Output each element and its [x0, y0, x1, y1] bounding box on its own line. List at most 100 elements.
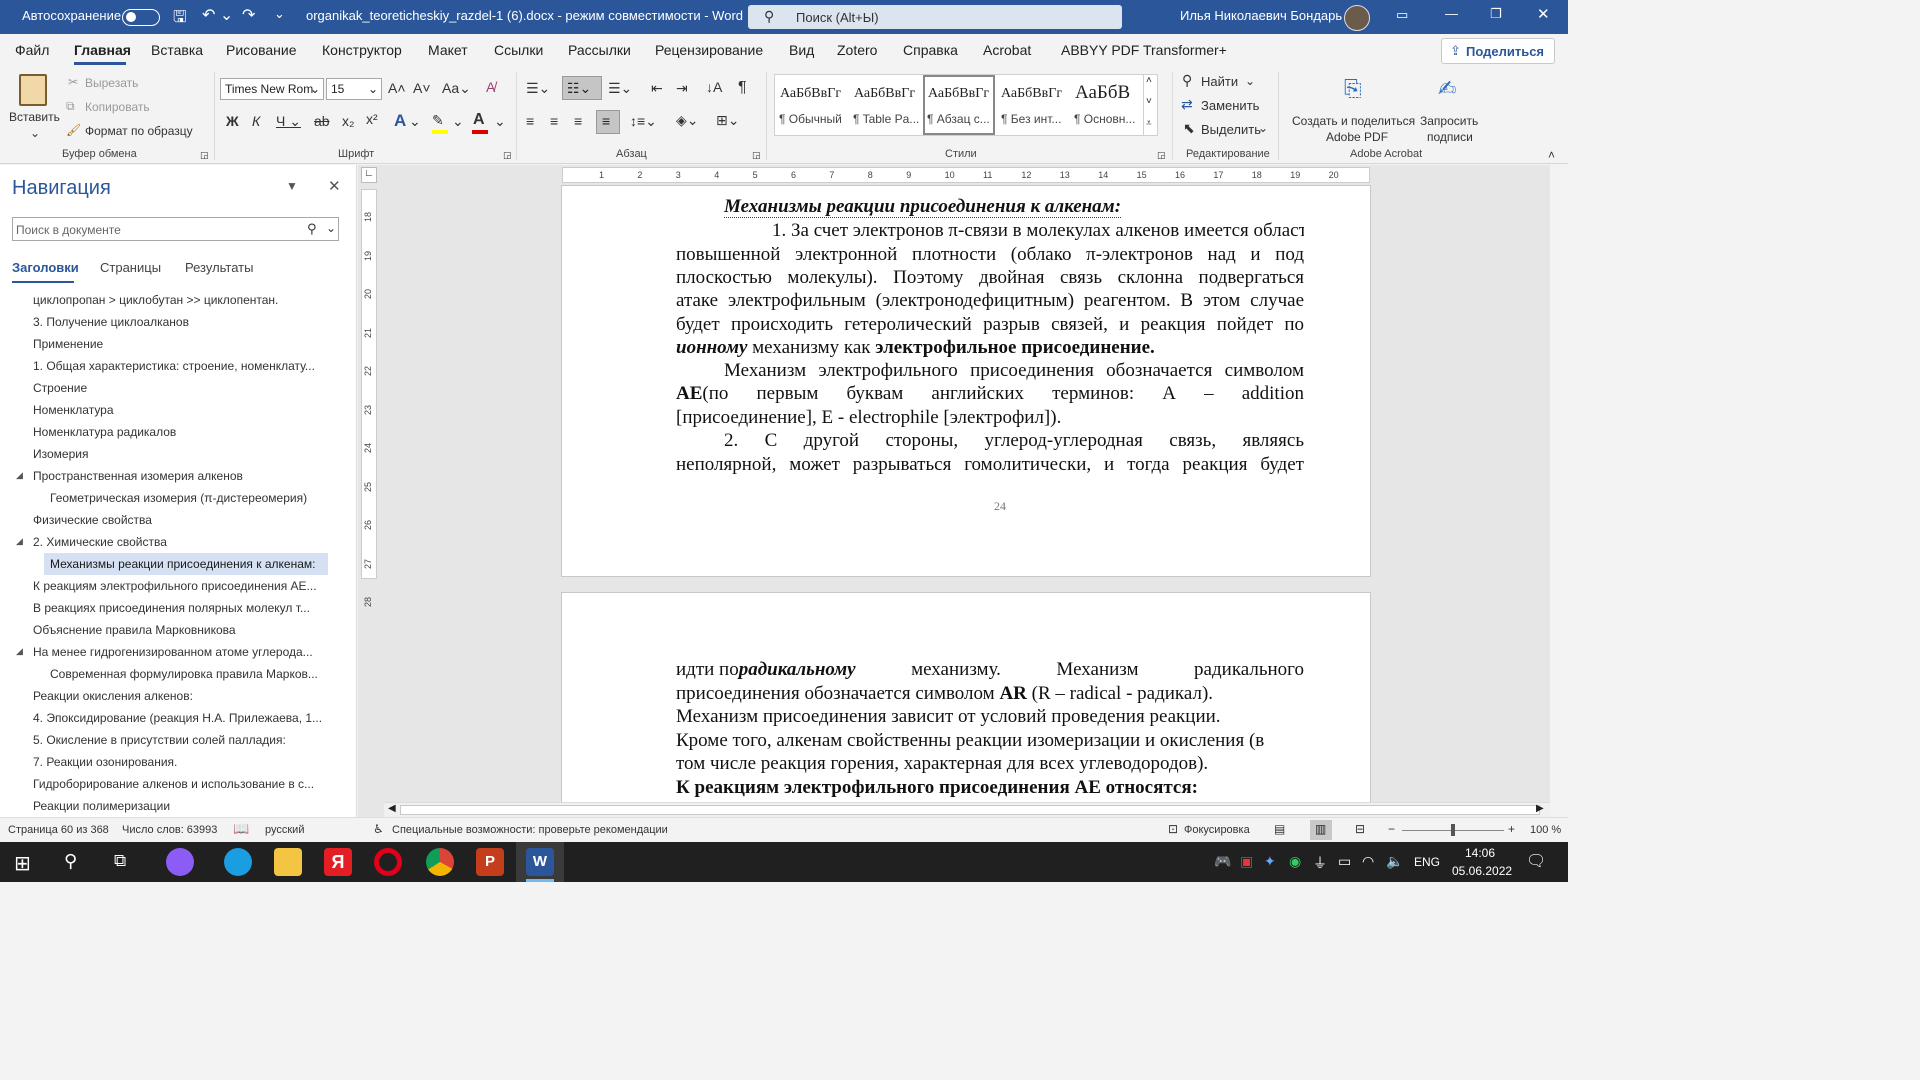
borders-icon[interactable]: ⊞⌄	[716, 112, 739, 129]
copy-button[interactable]: Копировать	[85, 100, 150, 114]
customize-toolbar-icon[interactable]: ⌄	[274, 6, 285, 22]
notifications-icon[interactable]: 🗨	[1526, 851, 1546, 871]
tab-abbyy[interactable]: ABBYY PDF Transformer+	[1061, 42, 1227, 58]
align-left-icon[interactable]: ≡	[526, 113, 534, 129]
highlight-icon[interactable]: ✎	[432, 112, 444, 129]
more-styles-icon[interactable]: ⩡	[1146, 118, 1152, 129]
shrink-font-icon[interactable]: A˅	[413, 80, 431, 96]
app-icon-alice[interactable]	[166, 848, 194, 876]
usb-icon[interactable]: ⏚	[1313, 853, 1327, 873]
tab-insert[interactable]: Вставка	[151, 42, 203, 58]
collapse-triangle-icon[interactable]: ◢	[16, 536, 23, 547]
nav-heading-item[interactable]: Строение	[33, 381, 87, 395]
document-page[interactable]: Механизмы реакции присоединения к алкена…	[561, 185, 1371, 577]
styles-scroll[interactable]: ˄ ˅ ⩡	[1143, 74, 1158, 136]
nav-search-input[interactable]: Поиск в документе ⚲ ⌄	[12, 217, 339, 241]
teams-icon[interactable]: ✦	[1264, 853, 1276, 870]
nav-heading-item[interactable]: циклопропан > циклобутан >> циклопентан.	[33, 293, 278, 307]
chevron-down-icon[interactable]: ⌄	[409, 113, 421, 130]
tab-mailings[interactable]: Рассылки	[568, 42, 631, 58]
chevron-down-icon[interactable]: ⌄	[494, 113, 506, 130]
sort-icon[interactable]: ↓A	[706, 79, 722, 95]
task-view-icon[interactable]: ⧉	[114, 851, 126, 871]
replace-button[interactable]: Заменить	[1201, 98, 1259, 113]
style-body-text[interactable]: АаБбВ ¶ Основн...	[1072, 76, 1142, 134]
superscript-icon[interactable]: x²	[366, 111, 378, 127]
tab-layout[interactable]: Макет	[428, 42, 468, 58]
subscript-icon[interactable]: x₂	[342, 113, 354, 129]
nav-heading-item[interactable]: Реакции полимеризации	[33, 799, 170, 813]
chevron-down-icon[interactable]: ⌄	[326, 221, 336, 235]
line-spacing-icon[interactable]: ↕≡⌄	[630, 113, 657, 130]
chrome-icon[interactable]	[426, 848, 454, 876]
tab-home[interactable]: Главная	[74, 42, 131, 58]
strikethrough-icon[interactable]: ab	[314, 113, 330, 129]
start-icon[interactable]: ⊞	[14, 851, 31, 876]
tray-app-icon[interactable]: ◉	[1289, 853, 1301, 870]
nav-heading-item[interactable]: На менее гидрогенизированном атоме углер…	[33, 645, 313, 659]
request-signatures-button[interactable]: ✍ Запросить подписи	[1420, 72, 1484, 144]
input-language[interactable]: ENG	[1414, 855, 1440, 869]
document-page[interactable]: идти по радикальному механизму. Механизм…	[561, 592, 1371, 817]
clear-formatting-icon[interactable]: A̸	[486, 79, 495, 95]
shading-icon[interactable]: ◈⌄	[676, 112, 699, 129]
style-table-paragraph[interactable]: АаБбВвГг ¶ Table Pa...	[850, 76, 922, 134]
nav-heading-item[interactable]: 4. Эпоксидирование (реакция Н.А. Прилежа…	[33, 711, 322, 725]
tab-file[interactable]: Файл	[15, 42, 49, 58]
nav-heading-item[interactable]: Пространственная изомерия алкенов	[33, 469, 243, 483]
search-icon[interactable]: ⚲	[307, 221, 317, 237]
chevron-down-icon[interactable]: ⌄	[1245, 74, 1255, 88]
nav-heading-item[interactable]: 2. Химические свойства	[33, 535, 167, 549]
save-icon[interactable]: 🖫	[173, 6, 187, 33]
opera-icon[interactable]	[374, 848, 402, 876]
font-color-icon[interactable]: A	[473, 111, 485, 129]
nav-heading-item[interactable]: 7. Реакции озонирования.	[33, 755, 177, 769]
nav-heading-item[interactable]: Гидроборирование алкенов и использование…	[33, 777, 314, 791]
share-button[interactable]: ⇪ Поделиться	[1441, 38, 1555, 64]
nav-heading-item[interactable]: Объяснение правила Марковникова	[33, 623, 236, 637]
read-mode-icon[interactable]: ▤	[1274, 822, 1285, 836]
chevron-down-icon[interactable]: ⌄	[1258, 121, 1268, 135]
text-effects-icon[interactable]: A	[394, 111, 406, 131]
nav-heading-item[interactable]: Физические свойства	[33, 513, 152, 527]
powerpoint-icon[interactable]: P	[476, 848, 504, 876]
avatar[interactable]	[1344, 5, 1370, 31]
proofing-icon[interactable]: 📖	[233, 821, 249, 837]
tab-draw[interactable]: Рисование	[226, 42, 297, 58]
nav-tab-pages[interactable]: Страницы	[100, 260, 161, 275]
align-center-icon[interactable]: ≡	[550, 113, 558, 129]
tab-help[interactable]: Справка	[903, 42, 958, 58]
tab-references[interactable]: Ссылки	[494, 42, 543, 58]
scroll-right-icon[interactable]: ▶	[1536, 803, 1544, 814]
increase-indent-icon[interactable]: ⇥	[676, 80, 688, 97]
gamepad-icon[interactable]: 🎮	[1214, 853, 1231, 870]
zoom-slider-thumb[interactable]	[1451, 824, 1455, 836]
chevron-down-icon[interactable]: ⌄	[452, 113, 464, 130]
word-count[interactable]: Число слов: 63993	[122, 824, 217, 836]
battery-icon[interactable]: ▭	[1338, 853, 1351, 870]
collapse-triangle-icon[interactable]: ◢	[16, 646, 23, 657]
close-icon[interactable]: ✕	[1537, 5, 1550, 23]
styles-launcher-icon[interactable]: ◲	[1157, 150, 1166, 161]
font-size-select[interactable]: 15 ⌄	[326, 78, 382, 100]
nav-heading-item[interactable]: К реакциям электрофильного присоединения…	[33, 579, 317, 593]
redo-icon[interactable]: ↷	[242, 5, 255, 25]
nav-options-icon[interactable]: ▼	[286, 179, 298, 193]
zoom-in-icon[interactable]: +	[1508, 822, 1515, 836]
search-box[interactable]: ⚲ Поиск (Alt+Ы)	[748, 5, 1122, 29]
cut-button[interactable]: Вырезать	[85, 76, 138, 90]
decrease-indent-icon[interactable]: ⇤	[651, 80, 663, 97]
print-layout-button[interactable]: ▥	[1310, 820, 1332, 840]
font-name-select[interactable]: Times New Rom ⌄	[220, 78, 324, 100]
nav-tab-headings[interactable]: Заголовки	[12, 260, 79, 275]
autosave-toggle[interactable]	[122, 9, 160, 26]
find-button[interactable]: Найти	[1201, 74, 1238, 89]
web-layout-icon[interactable]: ⊟	[1355, 822, 1365, 836]
ribbon-display-icon[interactable]: ▭	[1396, 7, 1408, 23]
wifi-icon[interactable]: ◠	[1362, 853, 1374, 870]
bullets-icon[interactable]: ☰⌄	[526, 80, 550, 97]
vertical-ruler[interactable]: 18 19 20 21 22 23 24 25 26 27 28	[361, 189, 377, 607]
accessibility-status[interactable]: Специальные возможности: проверьте реком…	[392, 824, 668, 836]
nav-heading-item[interactable]: Изомерия	[33, 447, 88, 461]
nav-tab-results[interactable]: Результаты	[185, 260, 253, 275]
